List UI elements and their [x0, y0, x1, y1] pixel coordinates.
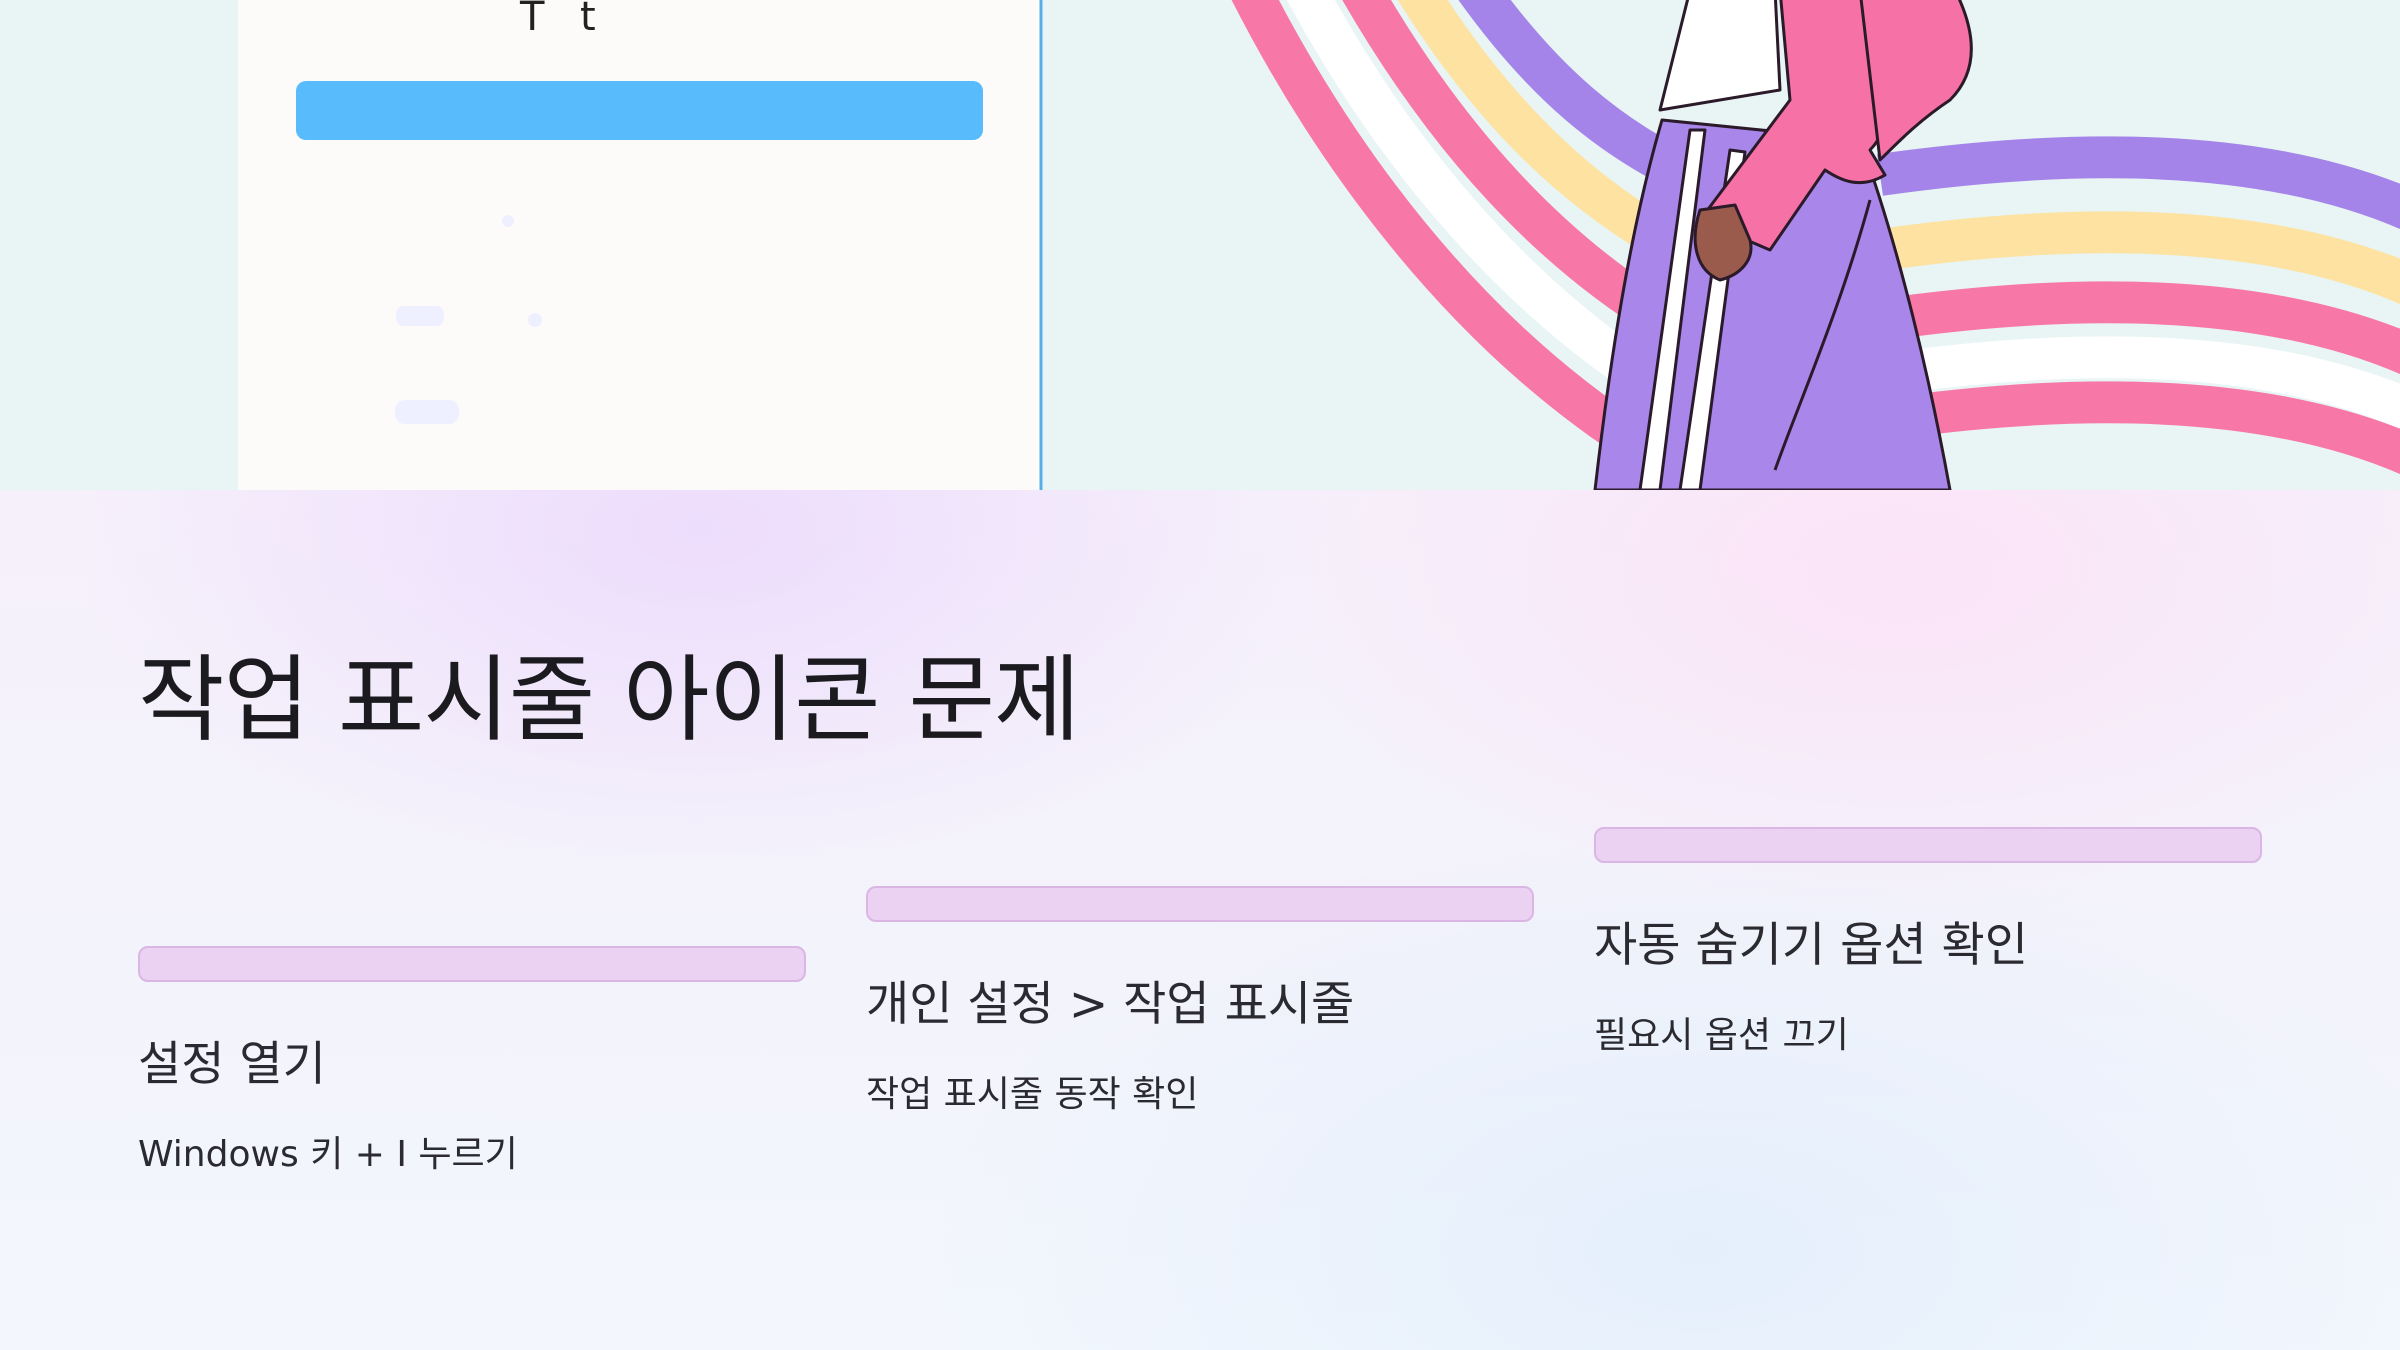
slide-content: 작업 표시줄 아이콘 문제 설정 열기 Windows 키 + I 누르기 개인…	[0, 490, 2400, 1350]
window-mockup: T t	[238, 0, 1043, 490]
window-text-fragment-1: T	[519, 0, 545, 40]
hero-illustration: T t	[0, 0, 2400, 490]
step-2-description: 작업 표시줄 동작 확인	[866, 1074, 1199, 1116]
step-1-heading: 설정 열기	[138, 1037, 326, 1092]
step-2-heading: 개인 설정 > 작업 표시줄	[866, 977, 1355, 1032]
step-1-description: Windows 키 + I 누르기	[138, 1134, 518, 1176]
step-1: 설정 열기 Windows 키 + I 누르기	[138, 946, 806, 1177]
window-text-fragment-2: t	[580, 0, 596, 40]
step-2: 개인 설정 > 작업 표시줄 작업 표시줄 동작 확인	[866, 886, 1534, 1117]
step-2-bar	[866, 886, 1534, 922]
step-3: 자동 숨기기 옵션 확인 필요시 옵션 끄기	[1594, 827, 2262, 1058]
illustration-svg: T t	[238, 0, 2400, 490]
step-3-description: 필요시 옵션 끄기	[1594, 1015, 1849, 1057]
window-blue-bar	[296, 81, 983, 140]
step-1-bar	[138, 946, 806, 982]
step-3-bar	[1594, 827, 2262, 863]
step-3-heading: 자동 숨기기 옵션 확인	[1594, 918, 2028, 973]
slide-title: 작업 표시줄 아이콘 문제	[138, 646, 1080, 755]
